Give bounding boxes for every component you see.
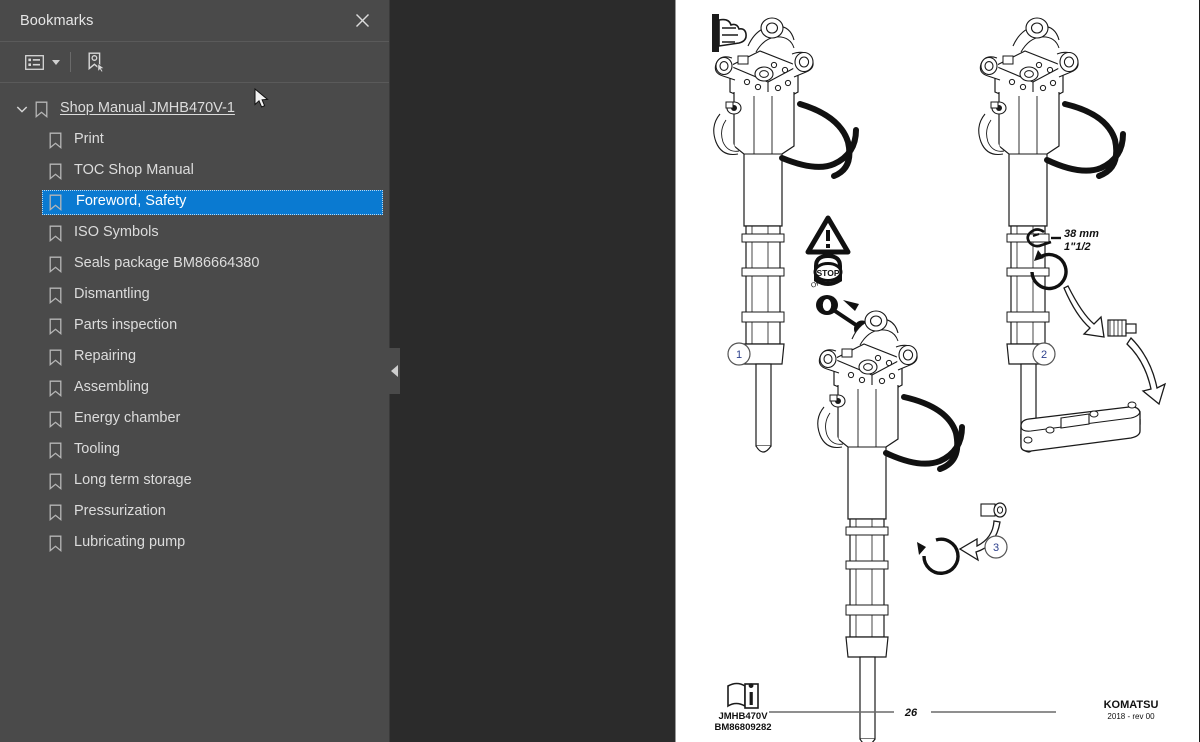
hydraulic-fitting-icon-3 <box>980 502 1007 518</box>
bookmark-icon <box>31 100 51 120</box>
bookmark-item-label: Assembling <box>74 379 149 396</box>
hammer-illustration-2 <box>978 17 1126 453</box>
bookmark-item[interactable]: Repairing <box>0 342 389 373</box>
callout-2: 2 <box>1032 342 1056 366</box>
bookmark-item-label: Foreword, Safety <box>76 193 187 210</box>
bookmark-item[interactable]: Long term storage <box>0 466 389 497</box>
bookmark-icon <box>45 224 65 244</box>
assembly-arrow-down <box>1063 285 1105 338</box>
bookmark-item[interactable]: Tooling <box>0 435 389 466</box>
bookmark-item-label: Lubricating pump <box>74 534 186 551</box>
toolbar-divider <box>70 52 71 72</box>
new-bookmark-icon[interactable] <box>81 49 111 75</box>
bookmarks-toolbar <box>0 42 389 83</box>
bookmark-item-label: Seals package BM86664380 <box>74 255 260 272</box>
pdf-reader-window: Bookmarks Shop Manual JMHB470V-1 Print T… <box>0 0 1200 742</box>
bookmark-item-label: Pressurization <box>74 503 166 520</box>
bookmark-item-label: TOC Shop Manual <box>74 162 194 179</box>
hand-pointing-icon <box>712 14 747 52</box>
wrench-size-metric: 38 mm <box>1064 228 1099 240</box>
bookmark-icon <box>45 348 65 368</box>
bookmark-icon <box>45 441 65 461</box>
bookmark-item-label: Parts inspection <box>74 317 178 334</box>
bookmark-icon <box>45 286 65 306</box>
bookmark-item[interactable]: Energy chamber <box>0 404 389 435</box>
rotation-arrow-3 <box>917 537 960 575</box>
hammer-illustration-3 <box>817 310 965 742</box>
document-viewer: STOP OFF 1 38 mm 1"1/2 2 3 JMHB470V BM86… <box>390 0 1200 742</box>
footer-part-number: BM86809282 <box>714 722 771 733</box>
chevron-down-icon[interactable] <box>13 101 31 119</box>
bookmark-icon <box>45 317 65 337</box>
bookmark-item[interactable]: Foreword, Safety <box>0 187 389 218</box>
bookmark-children-container: Print TOC Shop Manual Foreword, Safety ISO … <box>0 125 389 559</box>
wrench-size-imperial: 1"1/2 <box>1064 241 1091 253</box>
bookmark-item[interactable]: Print <box>0 125 389 156</box>
svg-text:STOP: STOP <box>817 268 840 278</box>
page-illustration: STOP OFF 1 38 mm 1"1/2 2 3 JMHB470V BM86… <box>712 14 1167 742</box>
bookmark-icon <box>45 534 65 554</box>
pdf-page[interactable]: STOP OFF 1 38 mm 1"1/2 2 3 JMHB470V BM86… <box>675 0 1200 742</box>
panel-title: Bookmarks <box>20 12 94 29</box>
bookmark-item[interactable]: TOC Shop Manual <box>0 156 389 187</box>
callout-3-label: 3 <box>993 542 999 554</box>
assembly-arrow-to-case <box>1126 336 1167 406</box>
bookmark-icon <box>45 379 65 399</box>
bookmarks-panel-header: Bookmarks <box>0 0 389 42</box>
footer-model: JMHB470V <box>718 711 768 722</box>
bookmark-item-label: Tooling <box>74 441 120 458</box>
list-options-icon[interactable] <box>19 49 49 75</box>
bookmark-icon <box>45 162 65 182</box>
bookmark-root-label: Shop Manual JMHB470V-1 <box>60 100 235 117</box>
footer-page-number: 26 <box>904 707 918 719</box>
callout-3: 3 <box>984 535 1008 559</box>
close-icon[interactable] <box>349 8 375 34</box>
bookmark-icon <box>45 193 65 213</box>
bookmarks-panel: Bookmarks Shop Manual JMHB470V-1 Print T… <box>0 0 400 742</box>
bookmark-item-label: Energy chamber <box>74 410 181 427</box>
bookmark-item[interactable]: Lubricating pump <box>0 528 389 559</box>
bookmark-item-label: Print <box>74 131 104 148</box>
callout-2-label: 2 <box>1041 349 1047 361</box>
bookmark-item-label: Repairing <box>74 348 137 365</box>
bookmark-item-label: ISO Symbols <box>74 224 159 241</box>
warning-triangle-icon <box>805 215 851 255</box>
bookmarks-tree: Shop Manual JMHB470V-1 Print TOC Shop Man… <box>0 83 389 742</box>
chevron-down-icon[interactable] <box>49 49 63 75</box>
footer-revision: 2018 - rev 00 <box>1107 712 1155 721</box>
bookmark-icon <box>45 131 65 151</box>
collapse-left-icon[interactable] <box>389 348 400 394</box>
bookmark-item-label: Long term storage <box>74 472 192 489</box>
hydraulic-fitting-icon <box>1107 319 1137 337</box>
bookmark-item-label: Dismantling <box>74 286 150 303</box>
tool-case-illustration <box>1020 401 1141 452</box>
callout-1-label: 1 <box>736 349 742 361</box>
bookmark-tree-root[interactable]: Shop Manual JMHB470V-1 <box>0 94 389 125</box>
bookmark-icon <box>45 472 65 492</box>
key-off-label: OFF <box>810 278 826 290</box>
bookmark-icon <box>45 503 65 523</box>
bookmark-item[interactable]: Pressurization <box>0 497 389 528</box>
bookmark-item[interactable]: Dismantling <box>0 280 389 311</box>
manual-book-icon <box>727 682 759 709</box>
bookmark-icon <box>45 255 65 275</box>
callout-1: 1 <box>727 342 751 366</box>
bookmark-icon <box>45 410 65 430</box>
bookmark-item[interactable]: Parts inspection <box>0 311 389 342</box>
bookmark-item[interactable]: Assembling <box>0 373 389 404</box>
page-footer: JMHB470V BM86809282 26 KOMATSU 2018 - re… <box>714 682 1159 733</box>
bookmark-item[interactable]: Seals package BM86664380 <box>0 249 389 280</box>
bookmark-item[interactable]: ISO Symbols <box>0 218 389 249</box>
footer-brand: KOMATSU <box>1104 699 1159 711</box>
